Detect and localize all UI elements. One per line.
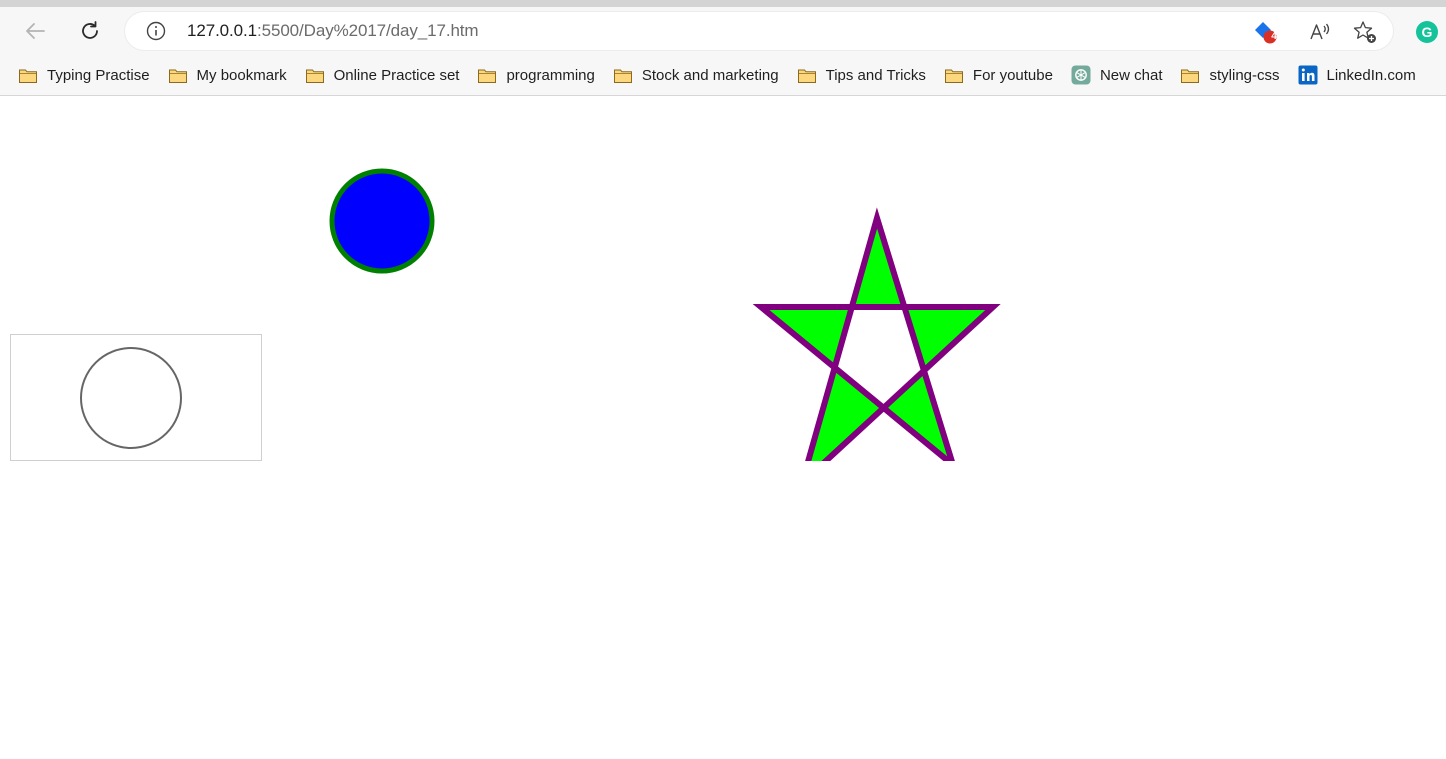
url-host: 127.0.0.1 [187,21,257,40]
bookmark-label: Online Practice set [333,66,460,84]
canvas-element [10,334,262,461]
read-aloud-icon [1310,23,1330,40]
bookmark-item[interactable]: Online Practice set [296,60,469,90]
extension-button[interactable]: 4 [1253,19,1279,45]
bookmarks-list: Typing Practise My bookmark Online Practic… [9,55,1425,95]
address-bar[interactable]: 127.0.0.1:5500/Day%2017/day_17.htm 4 [125,12,1393,50]
bookmark-label: Tips and Tricks [825,66,926,84]
bookmark-label: My bookmark [196,66,287,84]
back-button[interactable] [15,14,55,48]
refresh-icon [82,21,98,39]
bookmark-item[interactable]: Typing Practise [9,60,159,90]
canvas-circle [80,347,182,449]
folder-icon [797,66,817,84]
grammarly-extension-icon[interactable]: G [1416,21,1438,43]
bookmark-label: LinkedIn.com [1326,66,1416,84]
url-path: :5500/Day%2017/day_17.htm [257,21,479,40]
arrow-left-icon [26,23,45,39]
bookmark-label: For youtube [972,66,1053,84]
folder-icon [1180,66,1200,84]
bookmark-label: New chat [1099,66,1163,84]
bookmark-label: styling-css [1209,66,1280,84]
bookmark-item[interactable]: New chat [1062,60,1172,90]
folder-icon [944,66,964,84]
window-top-strip [0,0,1446,7]
favorites-star-icon [1353,21,1376,43]
bookmark-item[interactable]: Stock and marketing [604,60,788,90]
refresh-button[interactable] [70,14,110,48]
blue-circle-svg [329,168,435,274]
folder-icon [168,66,188,84]
green-star [752,207,1001,461]
blue-circle [329,168,435,274]
bookmark-item[interactable]: LinkedIn.com [1289,60,1425,90]
linkedin-icon [1298,65,1318,85]
bookmark-item[interactable]: For youtube [935,60,1062,90]
bookmark-item[interactable]: styling-css [1171,60,1288,90]
extension-badge: 4 [1271,31,1277,42]
bookmark-label: Stock and marketing [641,66,779,84]
bookmark-item[interactable]: programming [468,60,603,90]
favorites-button[interactable] [1352,19,1378,45]
bookmark-item[interactable]: Tips and Tricks [788,60,935,90]
chatgpt-icon [1071,65,1091,85]
star-svg [752,207,1001,461]
folder-icon [18,66,38,84]
folder-icon [477,66,497,84]
folder-icon [305,66,325,84]
browser-toolbar: 127.0.0.1:5500/Day%2017/day_17.htm 4 G [0,7,1446,55]
url-text[interactable]: 127.0.0.1:5500/Day%2017/day_17.htm [187,21,479,41]
bookmarks-bar: Typing Practise My bookmark Online Practic… [0,55,1446,96]
bookmark-label: Typing Practise [47,66,150,84]
folder-icon [613,66,633,84]
read-aloud-button[interactable] [1307,19,1333,45]
bookmark-label: programming [506,66,595,84]
site-info-icon[interactable] [145,20,167,42]
bookmark-item[interactable]: My bookmark [159,60,296,90]
